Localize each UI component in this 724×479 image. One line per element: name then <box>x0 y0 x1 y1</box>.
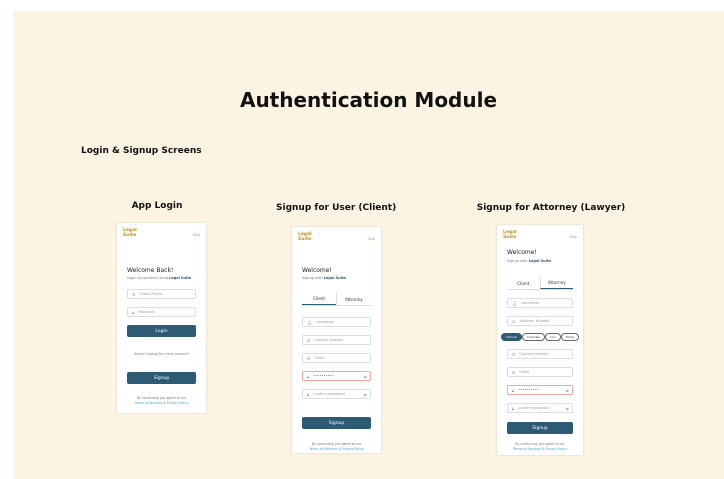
eye-icon[interactable]: ◉ <box>364 374 368 379</box>
artboard: Authentication Module Login & Signup Scr… <box>13 11 724 479</box>
welcome-heading: Welcome! <box>302 267 332 274</box>
eye-icon[interactable]: ◉ <box>364 392 368 397</box>
terms-link[interactable]: Terms of Services <box>513 447 541 451</box>
main-title: Authentication Module <box>239 88 498 112</box>
username-input[interactable]: 👤︎ Username <box>302 317 371 327</box>
signup-button[interactable]: Signup <box>127 372 196 384</box>
login-button[interactable]: Login <box>127 325 196 337</box>
terms-link[interactable]: Terms of Services <box>134 401 162 405</box>
privacy-link[interactable]: Privacy Policy <box>167 401 189 405</box>
chip-criminal[interactable]: Criminal <box>501 333 522 341</box>
confirm-password-input[interactable]: 🔒︎ Confirm password ◉ <box>507 403 573 413</box>
lock-icon: 🔒︎ <box>512 387 515 393</box>
confirm-password-input[interactable]: 🔒︎ Confirm password ◉ <box>302 389 371 399</box>
user-icon: 👤︎ <box>307 319 313 325</box>
logo: Legal Suite <box>123 228 137 238</box>
user-icon: 👤︎ <box>512 300 518 306</box>
terms-text: By continuing you agree to our Terms of … <box>512 442 568 451</box>
lock-icon: 🔒︎ <box>307 373 310 379</box>
client-phone: Legal Suite Skip Welcome! Signup with Leg… <box>292 227 381 453</box>
mail-icon: ✉ <box>307 355 311 361</box>
logo: Legal Suite <box>503 230 517 240</box>
attorney-number-input[interactable]: ⚖ Attorney Number <box>507 316 573 326</box>
tab-attorney[interactable]: Attorney <box>336 293 371 305</box>
eye-icon[interactable]: ◉ <box>566 406 570 411</box>
no-account-text: Haven't signup for a new account? <box>133 352 190 356</box>
attorney-screen-title: Signup for Attorney (Lawyer) <box>476 203 626 213</box>
terms-text: By continuing you agree to our Terms of … <box>309 442 364 451</box>
login-phone: Legal Suite Skip Welcome Back! Login to c… <box>117 223 206 413</box>
phone-icon: ✆ <box>307 337 311 343</box>
contact-number-input[interactable]: ✆ Contact Number <box>507 349 573 359</box>
phone-icon: ✆ <box>512 351 516 357</box>
badge-icon: ⚖ <box>512 318 516 324</box>
email-input[interactable]: ✉ Email <box>507 367 573 377</box>
skip-link[interactable]: Skip <box>368 237 375 241</box>
client-screen-title: Signup for User (Client) <box>276 203 397 213</box>
lock-icon: 🔒︎ <box>512 405 515 411</box>
chip-corporate[interactable]: Corporate <box>521 333 545 341</box>
welcome-heading: Welcome! <box>507 249 537 256</box>
privacy-link[interactable]: Privacy Policy <box>545 447 567 451</box>
welcome-subtitle: Login to continue using Legal Suite <box>127 276 192 280</box>
contact-number-input[interactable]: ✆ Contact Number <box>302 335 371 345</box>
phone-input[interactable]: ✆ Phone Phone <box>127 289 196 299</box>
skip-link[interactable]: Skip <box>193 233 200 237</box>
attorney-phone: Legal Suite Skip Welcome! Signup with Leg… <box>497 225 583 455</box>
terms-text: By continuing you agree to our Terms of … <box>134 396 189 405</box>
email-input[interactable]: ✉ Email <box>302 353 371 363</box>
terms-link[interactable]: Terms of Services <box>309 447 337 451</box>
welcome-subtitle: Signup with Legal Suite <box>302 276 346 280</box>
lock-icon: 🔒︎ <box>307 391 310 397</box>
signup-button[interactable]: Signup <box>302 417 371 429</box>
chip-family[interactable]: Family <box>560 333 579 341</box>
privacy-link[interactable]: Privacy Policy <box>342 447 364 451</box>
skip-link[interactable]: Skip <box>570 235 577 239</box>
password-input[interactable]: 🔒︎ •••••••••• ◉ <box>507 385 573 395</box>
tab-client[interactable]: Client <box>302 293 336 305</box>
eye-icon[interactable]: ◉ <box>566 388 570 393</box>
practice-area-chips: Criminal Corporate Civil Family <box>501 333 579 341</box>
user-type-tabs: Client Attorney <box>507 277 573 290</box>
user-type-tabs: Client Attorney <box>302 293 371 306</box>
chip-civil[interactable]: Civil <box>545 333 561 341</box>
signup-button[interactable]: Signup <box>507 422 573 434</box>
lock-icon: 🔒︎ <box>132 309 135 315</box>
mail-icon: ✉ <box>512 369 516 375</box>
welcome-heading: Welcome Back! <box>127 267 174 274</box>
tab-attorney[interactable]: Attorney <box>539 277 573 289</box>
section-title: Login & Signup Screens <box>81 146 202 156</box>
login-screen-title: App Login <box>131 201 183 211</box>
welcome-subtitle: Signup with Legal Suite <box>507 259 551 263</box>
username-input[interactable]: 👤︎ Username <box>507 298 573 308</box>
tab-client[interactable]: Client <box>507 277 540 289</box>
password-input[interactable]: 🔒︎ Password <box>127 307 196 317</box>
logo: Legal Suite <box>298 232 312 242</box>
phone-icon: ✆ <box>132 291 136 297</box>
password-input[interactable]: 🔒︎ •••••••••• ◉ <box>302 371 371 381</box>
